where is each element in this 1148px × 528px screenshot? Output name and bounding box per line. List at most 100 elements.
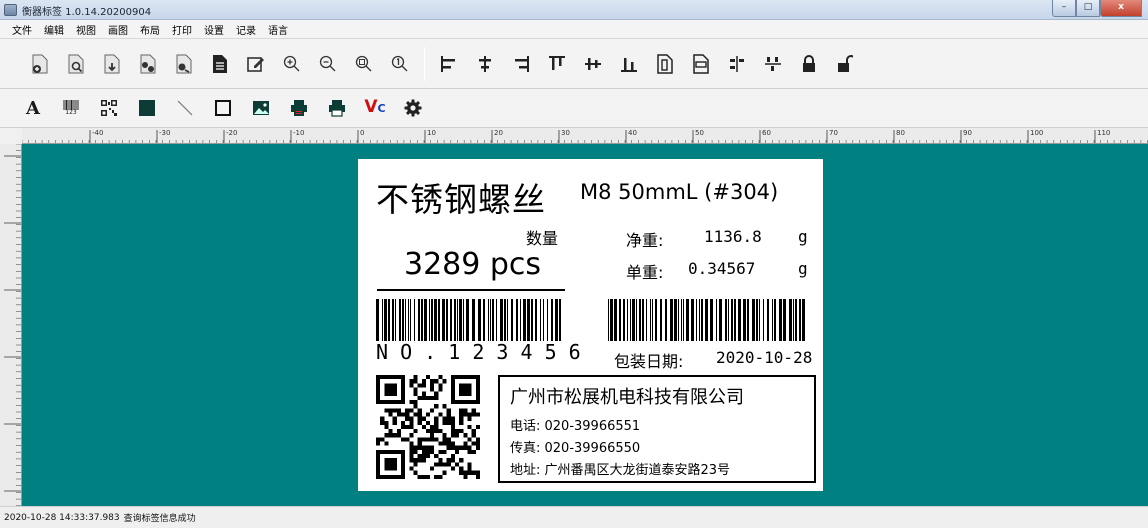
line-tool-button[interactable] — [166, 92, 204, 124]
qr-module — [455, 462, 460, 467]
qr-module — [471, 399, 476, 405]
barcode-icon: 123 — [63, 100, 79, 116]
save-button[interactable] — [130, 48, 166, 80]
fill-rect-tool-button[interactable] — [128, 92, 166, 124]
net-weight-label[interactable]: 净重: — [626, 227, 663, 251]
barcode-serial-text[interactable]: N O . 1 2 3 4 5 6 — [376, 340, 581, 364]
qr-module — [430, 383, 435, 388]
qr-module — [475, 391, 480, 396]
save-as-button[interactable] — [166, 48, 202, 80]
design-canvas[interactable]: 不锈钢螺丝 M8 50mmL (#304) 数量 3289 pcs 净重: 11… — [22, 144, 1148, 506]
qr-module — [384, 433, 389, 438]
close-button[interactable]: x — [1100, 0, 1142, 17]
barcode-bar — [399, 299, 401, 341]
barcode-tool-button[interactable]: 123 — [52, 92, 90, 124]
company-info-box[interactable]: 广州市松展机电科技有限公司 电话: 020-39966551 传真: 020-3… — [498, 375, 816, 483]
align-bottom-button[interactable] — [611, 48, 647, 80]
menu-view[interactable]: 视图 — [70, 22, 102, 37]
qr-module — [450, 420, 456, 425]
pack-date-value[interactable]: 2020-10-28 — [716, 348, 812, 367]
open-button[interactable] — [58, 48, 94, 80]
maximize-button[interactable]: □ — [1076, 0, 1100, 17]
qr-module — [430, 449, 435, 455]
qr-module — [413, 375, 418, 380]
company-phone[interactable]: 电话: 020-39966551 — [510, 415, 640, 434]
company-name[interactable]: 广州市松展机电科技有限公司 — [510, 383, 744, 409]
barcode-bar — [767, 299, 769, 341]
unlock-button[interactable] — [827, 48, 863, 80]
edit-button[interactable] — [238, 48, 274, 80]
pack-date-label[interactable]: 包装日期: — [614, 348, 683, 372]
variable-tool-button[interactable]: VC — [356, 92, 394, 124]
qr-module — [392, 458, 397, 463]
menu-print[interactable]: 打印 — [166, 22, 198, 37]
menu-file[interactable]: 文件 — [6, 22, 38, 37]
product-spec[interactable]: M8 50mmL (#304) — [580, 180, 778, 204]
menu-records[interactable]: 记录 — [230, 22, 262, 37]
qrcode-tool-button[interactable] — [90, 92, 128, 124]
image-tool-button[interactable] — [242, 92, 280, 124]
barcode-bar — [395, 299, 396, 341]
import-button[interactable] — [94, 48, 130, 80]
menu-settings[interactable]: 设置 — [198, 22, 230, 37]
barcode-bar — [504, 299, 506, 341]
qr-module — [425, 474, 431, 479]
lock-button[interactable] — [791, 48, 827, 80]
barcode-date[interactable] — [608, 299, 806, 341]
unit-weight-value[interactable]: 0.34567 — [688, 259, 755, 278]
label-paper[interactable]: 不锈钢螺丝 M8 50mmL (#304) 数量 3289 pcs 净重: 11… — [358, 159, 823, 491]
barcode-bar — [446, 299, 448, 341]
distribute-v-button[interactable] — [755, 48, 791, 80]
qr-module — [400, 399, 406, 405]
unit-weight-unit[interactable]: g — [798, 259, 808, 278]
menu-language[interactable]: 语言 — [262, 22, 294, 37]
company-address[interactable]: 地址: 广州番禺区大龙街道泰安路23号 — [510, 459, 730, 478]
qr-module — [421, 424, 426, 430]
quantity-label[interactable]: 数量 — [526, 225, 558, 249]
barcode-bar — [691, 299, 694, 341]
align-left-button[interactable] — [431, 48, 467, 80]
barcode-bar — [763, 299, 764, 341]
qr-code[interactable] — [376, 375, 480, 479]
menu-layout[interactable]: 布局 — [134, 22, 166, 37]
minimize-button[interactable]: – — [1052, 0, 1076, 17]
align-center-h-button[interactable] — [467, 48, 503, 80]
qr-module — [396, 449, 401, 455]
new-button[interactable] — [22, 48, 58, 80]
align-top-button[interactable] — [539, 48, 575, 80]
unit-weight-label[interactable]: 单重: — [626, 259, 663, 283]
print-button[interactable] — [318, 92, 356, 124]
qr-module — [450, 379, 456, 384]
qr-module — [463, 408, 468, 413]
print-preview-button[interactable] — [280, 92, 318, 124]
distribute-h-button[interactable] — [719, 48, 755, 80]
menu-edit[interactable]: 编辑 — [38, 22, 70, 37]
qr-module — [417, 383, 422, 388]
barcode-serial[interactable] — [376, 299, 564, 341]
settings-tool-button[interactable] — [394, 92, 432, 124]
document-button[interactable] — [202, 48, 238, 80]
align-center-v-button[interactable] — [575, 48, 611, 80]
zoom-fit-button[interactable] — [346, 48, 382, 80]
zoom-in-button[interactable] — [274, 48, 310, 80]
qr-module — [430, 395, 435, 400]
company-fax[interactable]: 传真: 020-39966550 — [510, 437, 640, 456]
qr-module — [438, 462, 443, 467]
quantity-value[interactable]: 3289 pcs — [404, 247, 541, 282]
same-height-button[interactable] — [683, 48, 719, 80]
rect-tool-button[interactable] — [204, 92, 242, 124]
net-weight-value[interactable]: 1136.8 — [704, 227, 762, 246]
zoom-actual-button[interactable] — [382, 48, 418, 80]
align-right-button[interactable] — [503, 48, 539, 80]
text-tool-button[interactable]: A — [14, 92, 52, 124]
barcode-bar — [511, 299, 513, 341]
menu-draw[interactable]: 画图 — [102, 22, 134, 37]
zoom-out-button[interactable] — [310, 48, 346, 80]
qr-module — [396, 433, 401, 438]
same-width-button[interactable] — [647, 48, 683, 80]
qr-module — [438, 449, 443, 455]
qr-module — [446, 441, 451, 446]
net-weight-unit[interactable]: g — [798, 227, 808, 246]
barcode-bar — [639, 299, 641, 341]
product-name[interactable]: 不锈钢螺丝 — [376, 173, 546, 221]
